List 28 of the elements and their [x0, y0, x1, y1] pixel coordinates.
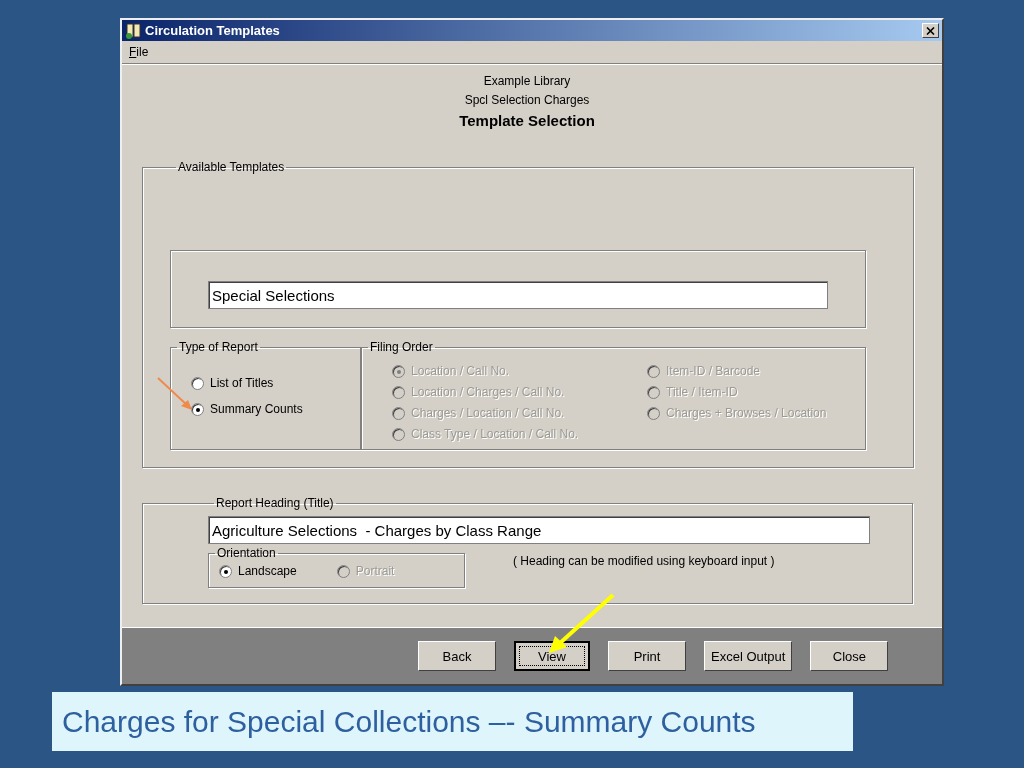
group-label: Report Heading (Title) — [215, 496, 335, 510]
dialog-button[interactable]: Excel Output — [704, 641, 793, 671]
hint-text: ( Heading can be modified using keyboard input ) — [513, 554, 775, 568]
group-label: Orientation — [216, 546, 277, 560]
dialog-button[interactable]: View — [514, 641, 590, 671]
dialog-button[interactable]: Back — [418, 641, 496, 671]
arrow-annotation — [155, 376, 195, 412]
radio-option[interactable]: Summary Counts — [191, 400, 360, 418]
dialog-button[interactable]: Print — [608, 641, 686, 671]
report-subtitle: Spcl Selection Charges — [464, 92, 590, 109]
radio-button[interactable] — [219, 564, 232, 578]
radio-option[interactable]: List of Titles — [191, 374, 360, 392]
book-icon — [125, 22, 143, 39]
close-icon — [926, 26, 935, 35]
dialog-button[interactable]: Close — [810, 641, 889, 671]
library-name: Example Library — [483, 73, 571, 90]
template-field[interactable]: Special Selections — [208, 281, 828, 309]
close-button[interactable] — [922, 23, 939, 38]
slide-caption: Charges for Special Collections –- Summary Counts — [52, 692, 853, 751]
group-label: Type of Report — [178, 340, 259, 354]
window-title: Circulation Templates — [145, 23, 281, 38]
group-label: Filing Order — [369, 340, 434, 354]
heading-field[interactable]: Agriculture Selections - Charges by Class Range — [208, 516, 870, 544]
radio-button[interactable] — [191, 376, 204, 390]
menu-item[interactable]: File — [126, 45, 152, 59]
radio-option[interactable]: Landscape — [219, 562, 297, 580]
page-heading: Template Selection — [459, 111, 595, 131]
group-label: Available Templates — [177, 160, 286, 174]
